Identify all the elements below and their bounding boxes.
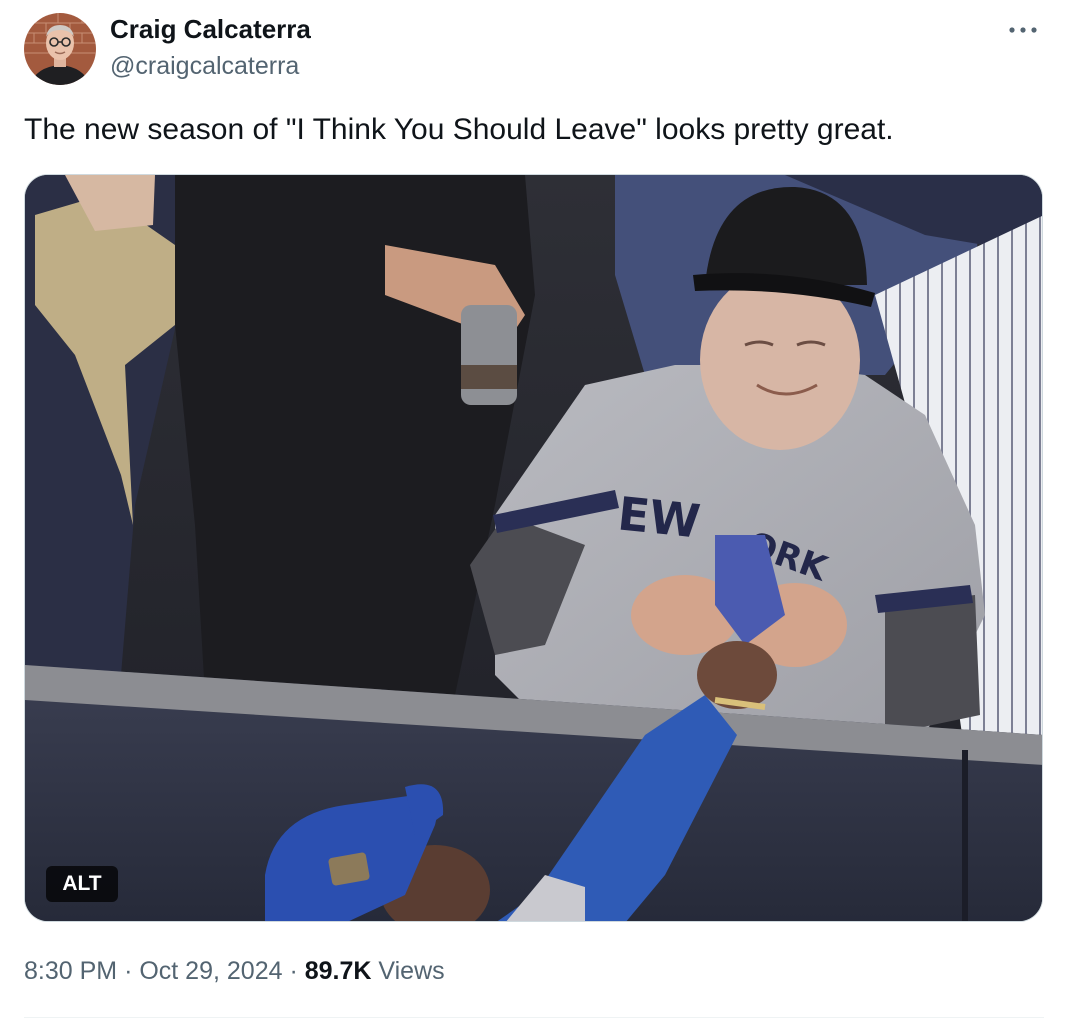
tweet-photo[interactable]: EW ORK	[24, 174, 1043, 922]
tweet-date[interactable]: Oct 29, 2024	[139, 957, 282, 985]
svg-text:EW: EW	[615, 486, 702, 548]
tweet-card: Craig Calcaterra @craigcalcaterra The ne…	[0, 0, 1074, 1022]
meta-separator: ·	[124, 957, 133, 985]
divider	[24, 1017, 1044, 1018]
views-count: 89.7K	[304, 957, 372, 985]
more-horizontal-icon	[1009, 27, 1037, 33]
tweet-meta: 8:30 PM · Oct 29, 2024 · 89.7K Views	[24, 953, 445, 989]
tweet-time[interactable]: 8:30 PM	[24, 957, 117, 985]
tweet-text: The new season of "I Think You Should Le…	[24, 113, 894, 146]
alt-text-badge[interactable]: ALT	[46, 866, 118, 902]
views-label: Views	[378, 957, 445, 985]
author-handle[interactable]: @craigcalcaterra	[110, 50, 299, 82]
author-display-name[interactable]: Craig Calcaterra	[110, 13, 311, 45]
more-options-button[interactable]	[1000, 12, 1046, 48]
avatar[interactable]	[24, 13, 96, 85]
meta-separator: ·	[289, 957, 298, 985]
